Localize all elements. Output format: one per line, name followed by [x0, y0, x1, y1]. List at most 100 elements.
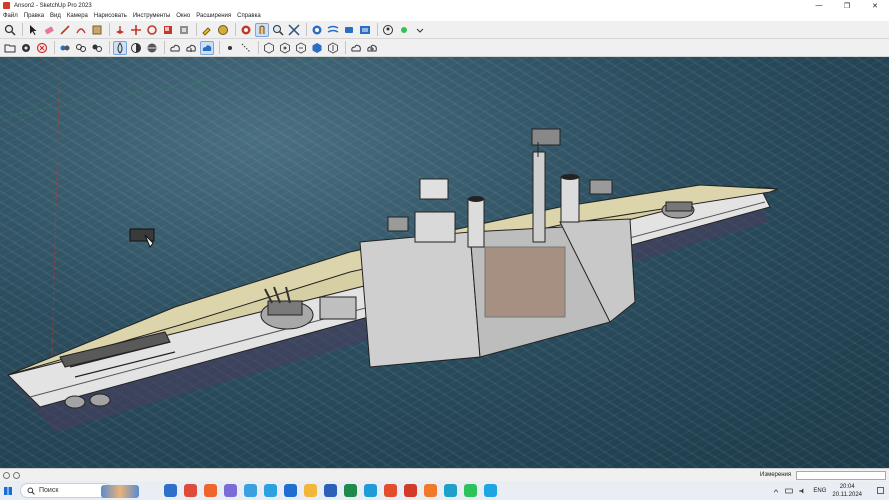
scale-icon[interactable] — [161, 23, 175, 37]
cancel-icon[interactable] — [35, 41, 49, 55]
chevron-up-icon[interactable] — [772, 487, 780, 495]
status-icons — [3, 471, 23, 479]
select-icon[interactable] — [26, 23, 40, 37]
maximize-button[interactable]: ❐ — [833, 0, 861, 11]
app-chrome-icon[interactable] — [184, 484, 197, 497]
app-store-icon[interactable] — [384, 484, 397, 497]
app-firefox-icon[interactable] — [424, 484, 437, 497]
menu-draw[interactable]: Нарисовать — [94, 13, 127, 19]
app-skype-icon[interactable] — [484, 484, 497, 497]
menu-file[interactable]: Файл — [3, 13, 18, 19]
menu-help[interactable]: Справка — [237, 13, 261, 19]
minimize-button[interactable]: — — [805, 0, 833, 11]
menu-window[interactable]: Окно — [176, 13, 190, 19]
app-photos-icon[interactable] — [364, 484, 377, 497]
measurements-input[interactable] — [796, 471, 886, 480]
chevron-down-icon[interactable] — [413, 23, 427, 37]
shape-icon[interactable] — [90, 23, 104, 37]
account-icon[interactable] — [381, 23, 395, 37]
app-outlook-icon[interactable] — [284, 484, 297, 497]
windows-taskbar: Поиск ENG 20:04 20.11.2024 — [0, 481, 889, 500]
green-axis-line — [0, 57, 341, 118]
eraser-icon[interactable] — [42, 23, 56, 37]
cloud-icon[interactable] — [58, 41, 72, 55]
point-icon[interactable] — [223, 41, 237, 55]
cloud-upload-icon[interactable] — [168, 41, 182, 55]
app-edge-icon[interactable] — [444, 484, 457, 497]
taskbar-apps — [164, 484, 504, 497]
rear-funnel-top — [561, 174, 579, 180]
warehouse-icon[interactable] — [310, 23, 324, 37]
menu-edit[interactable]: Правка — [24, 13, 44, 19]
hex4-icon[interactable] — [310, 41, 324, 55]
open-icon[interactable] — [3, 41, 17, 55]
menu-view[interactable]: Вид — [50, 13, 61, 19]
extension-icon[interactable] — [326, 23, 340, 37]
hex1-icon[interactable] — [262, 41, 276, 55]
app-copilot-icon[interactable] — [244, 484, 257, 497]
shadow-icon[interactable] — [129, 41, 143, 55]
pushpull-icon[interactable] — [113, 23, 127, 37]
menu-camera[interactable]: Камера — [67, 13, 88, 19]
geo-icon[interactable] — [13, 471, 20, 479]
language-indicator[interactable]: ENG — [813, 488, 826, 494]
taskbar-search[interactable]: Поиск — [20, 483, 139, 498]
settings-icon[interactable] — [19, 41, 33, 55]
line-icon[interactable] — [58, 23, 72, 37]
close-button[interactable]: ✕ — [861, 0, 889, 11]
info-icon[interactable] — [3, 471, 10, 479]
clock[interactable]: 20:04 20.11.2024 — [832, 483, 862, 499]
forward-deckhouse — [319, 296, 357, 320]
notification-icon[interactable] — [876, 486, 885, 495]
group-icon[interactable] — [90, 41, 104, 55]
ship-model — [0, 57, 779, 432]
app-whatsapp-icon[interactable] — [464, 484, 477, 497]
layout-icon[interactable] — [358, 23, 372, 37]
volume-icon[interactable] — [797, 487, 807, 495]
search-icon[interactable] — [3, 23, 17, 37]
offset-icon[interactable] — [177, 23, 191, 37]
sandbox-icon[interactable] — [342, 23, 356, 37]
app-brave-icon[interactable] — [204, 484, 217, 497]
hex2-icon[interactable] — [278, 41, 292, 55]
move-icon[interactable] — [129, 23, 143, 37]
text-icon[interactable] — [239, 23, 253, 37]
menu-extensions[interactable]: Расширения — [196, 13, 231, 19]
component-icon[interactable] — [74, 41, 88, 55]
search-icon — [27, 487, 35, 495]
app-excel-icon[interactable] — [344, 484, 357, 497]
menu-tools[interactable]: Инструменты — [133, 13, 170, 19]
app-sketchup-icon[interactable] — [404, 484, 417, 497]
app-taskview-icon[interactable] — [164, 484, 177, 497]
secondary-gun-port — [387, 216, 409, 232]
app-files-icon[interactable] — [304, 484, 317, 497]
style-icon[interactable] — [145, 41, 159, 55]
clock-date: 20.11.2024 — [832, 491, 862, 498]
arc-icon[interactable] — [74, 23, 88, 37]
rotate-icon[interactable] — [145, 23, 159, 37]
cloud3-icon[interactable] — [365, 41, 379, 55]
search-label: Поиск — [39, 487, 59, 494]
tape-icon[interactable] — [216, 23, 230, 37]
app-teams-icon[interactable] — [224, 484, 237, 497]
paint-icon[interactable] — [200, 23, 214, 37]
3d-viewport[interactable] — [0, 57, 889, 468]
zoom-extents-icon[interactable] — [287, 23, 301, 37]
status-bar: Измерения — [0, 468, 889, 481]
window-controls: — ❐ ✕ — [805, 0, 889, 11]
hex3-icon[interactable] — [294, 41, 308, 55]
cloud2-icon[interactable] — [349, 41, 363, 55]
start-button[interactable] — [0, 481, 16, 500]
guide-icon[interactable] — [239, 41, 253, 55]
water-icon[interactable] — [113, 40, 127, 55]
network-icon[interactable] — [784, 487, 794, 495]
model-info-icon[interactable] — [200, 40, 214, 55]
hex5-icon[interactable] — [326, 41, 340, 55]
app-word-icon[interactable] — [324, 484, 337, 497]
orbit-icon[interactable] — [255, 22, 269, 37]
zoom-icon[interactable] — [271, 23, 285, 37]
window-title: Anson2 - SketchUp Pro 2023 — [14, 2, 92, 9]
front-funnel — [467, 198, 485, 248]
app-paperplane-icon[interactable] — [264, 484, 277, 497]
cloud-download-icon[interactable] — [184, 41, 198, 55]
